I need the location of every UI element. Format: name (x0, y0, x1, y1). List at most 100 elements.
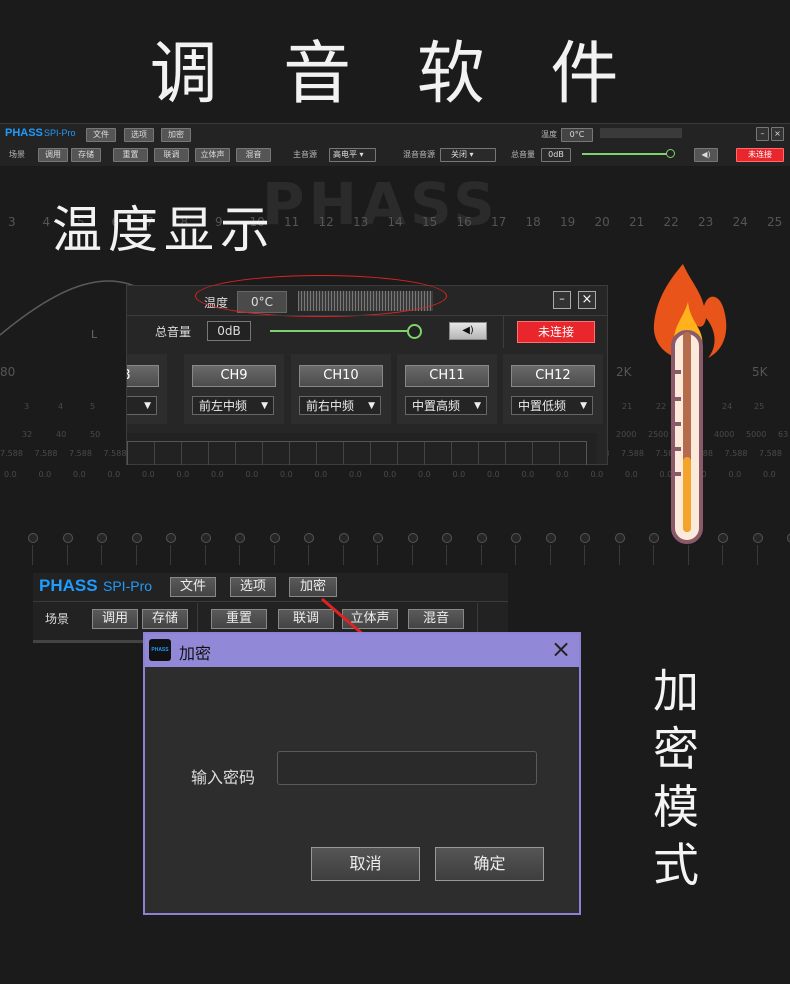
band-slider-knob[interactable] (338, 533, 349, 543)
band-slider-knob[interactable] (304, 533, 314, 543)
enc-reset-button[interactable]: 重置 (211, 609, 267, 629)
band-slider-knob[interactable] (580, 533, 590, 543)
channel-role-value: 前左中频 (199, 399, 248, 413)
zoom-close-button[interactable]: × (578, 291, 596, 309)
stereo-button[interactable]: 立体声 (195, 148, 230, 162)
band-slider-track (584, 545, 585, 565)
zoom-slider-thumb[interactable] (407, 324, 422, 339)
band-slider-knob[interactable] (614, 533, 625, 543)
encrypt-mode-char: 模 (653, 780, 699, 834)
reset-button[interactable]: 重置 (113, 148, 148, 162)
temp-meter (600, 128, 682, 138)
zoom-master-value: 0dB (207, 321, 251, 341)
band-slider-knob[interactable] (28, 533, 38, 543)
zoom-window: 温度 0°C – × L 总音量 0dB ◀) 未连接 CH8 高频 ▼ CH9 前左中… (91, 275, 608, 465)
band-slider-knob[interactable] (373, 533, 383, 543)
band-number: 15 (422, 215, 438, 229)
speaker-icon: ◀) (462, 325, 474, 336)
band-gain-label: 0.0 (383, 470, 397, 479)
band-q-label: 7.588 (0, 449, 23, 458)
channel-button[interactable]: CH12 (511, 365, 595, 387)
channel-role-select[interactable]: 前左中频 ▼ (192, 396, 274, 415)
product-name: SPI-Pro (44, 128, 76, 138)
band-index-label: 25 (754, 402, 765, 411)
enc-menu-options[interactable]: 选项 (230, 577, 276, 597)
channel-card: CH12 中置低频 ▼ (503, 354, 603, 424)
password-input[interactable] (277, 751, 537, 785)
dialog-close-button[interactable]: × (549, 636, 573, 662)
speaker-button[interactable]: ◀) (694, 148, 718, 162)
main-source-label: 主音源 (293, 150, 317, 159)
band-slider-track (32, 545, 33, 565)
band-number: 12 (318, 215, 334, 229)
channel-button[interactable]: CH9 (192, 365, 276, 387)
band-slider-track (170, 545, 171, 565)
channel-role-select[interactable]: 中置低频 ▼ (511, 396, 593, 415)
zoom-connect-status-button[interactable]: 未连接 (517, 321, 595, 343)
cancel-button[interactable]: 取消 (311, 847, 420, 881)
minimize-button[interactable]: – (756, 127, 769, 141)
temp-display-label: 温度显示 (52, 201, 276, 259)
enc-vdivider-2 (477, 603, 478, 633)
band-slider-knob[interactable] (442, 533, 452, 543)
band-slider-knob[interactable] (131, 533, 142, 543)
menu-encrypt[interactable]: 加密 (161, 128, 191, 142)
band-gain-label: 0.0 (107, 470, 121, 479)
speaker-icon: ◀) (701, 150, 711, 159)
mix-button[interactable]: 混音 (236, 148, 271, 162)
chevron-down-icon: ▼ (261, 401, 268, 411)
band-slider-knob[interactable] (511, 533, 521, 543)
band-slider-knob[interactable] (62, 533, 73, 543)
enc-scene-recall-button[interactable]: 调用 (92, 609, 138, 629)
band-index-label: 21 (622, 402, 633, 411)
enc-menu-file[interactable]: 文件 (170, 577, 216, 597)
menu-file[interactable]: 文件 (86, 128, 116, 142)
thermometer-icon (644, 262, 734, 550)
close-button[interactable]: × (771, 127, 784, 141)
channel-role-select[interactable]: 中置高频 ▼ (405, 396, 487, 415)
confirm-button[interactable]: 确定 (435, 847, 544, 881)
enc-menu-encrypt[interactable]: 加密 (289, 577, 337, 597)
zoom-master-slider[interactable] (270, 330, 414, 332)
band-slider-knob[interactable] (545, 533, 556, 543)
band-gain-label: 0.0 (176, 470, 190, 479)
band-slider-knob[interactable] (166, 533, 176, 543)
band-gain-label: 0.0 (487, 470, 500, 479)
temp-label: 温度 (541, 130, 557, 139)
band-gain-label: 0.0 (625, 470, 638, 479)
enc-mix-button[interactable]: 混音 (408, 609, 464, 629)
channel-button[interactable]: CH10 (299, 365, 383, 387)
channel-role-select[interactable]: 前右中频 ▼ (299, 396, 381, 415)
enc-scene-store-button[interactable]: 存储 (142, 609, 188, 629)
channel-button[interactable]: CH11 (405, 365, 489, 387)
band-slider-knob[interactable] (476, 533, 487, 543)
band-slider-track (239, 545, 240, 565)
band-slider-knob[interactable] (97, 533, 107, 543)
main-source-select[interactable]: 高电平 ▾ (329, 148, 376, 162)
band-q-label: 7.588 (34, 449, 58, 458)
link-button[interactable]: 联调 (154, 148, 189, 162)
slider-thumb[interactable] (666, 149, 675, 158)
scene-recall-button[interactable]: 调用 (38, 148, 68, 162)
band-slider-knob[interactable] (407, 533, 418, 543)
dialog-title: 加密 (179, 644, 212, 663)
band-gain-label: 0.0 (314, 470, 328, 479)
connect-status-button[interactable]: 未连接 (736, 148, 784, 162)
menu-options[interactable]: 选项 (124, 128, 154, 142)
band-slider-knob[interactable] (269, 533, 280, 543)
band-slider-track (342, 545, 344, 565)
mix-source-select[interactable]: 关闭 ▾ (440, 148, 496, 162)
band-slider-knob[interactable] (200, 533, 211, 543)
band-gain-label: 0.0 (73, 470, 86, 479)
freq-label-left: 80 (0, 365, 16, 379)
band-q-label: 7.588 (103, 449, 127, 458)
top-toolbar: PHASS SPI-Pro 文件 选项 加密 温度 0°C – × 场景 调用 … (0, 123, 790, 166)
band-slider-track (411, 545, 413, 565)
master-volume-slider[interactable] (582, 153, 669, 155)
zoom-minimize-button[interactable]: – (553, 291, 571, 309)
zoom-speaker-button[interactable]: ◀) (449, 322, 487, 340)
band-slider-knob[interactable] (752, 533, 763, 543)
band-slider-knob[interactable] (235, 533, 245, 543)
dialog-title-bar: PHASS 加密 × (145, 634, 579, 667)
scene-store-button[interactable]: 存储 (71, 148, 101, 162)
